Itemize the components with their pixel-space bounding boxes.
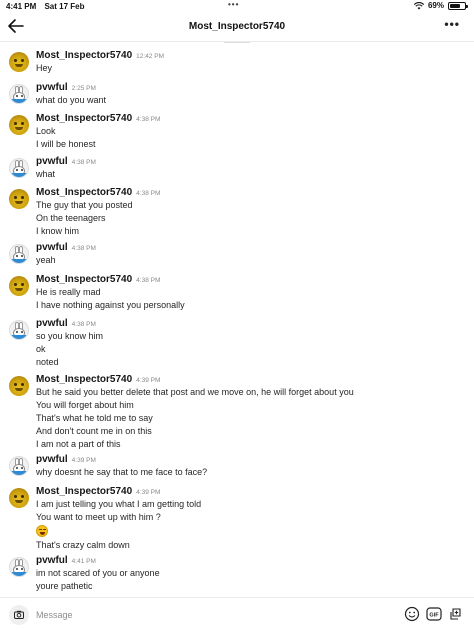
status-left: 4:41 PM Sat 17 Feb (6, 2, 90, 11)
sender-name[interactable]: Most_Inspector5740 (36, 486, 132, 497)
message-group[interactable]: pvwful 4:38 PM so you know him ok noted (9, 318, 103, 369)
message-text[interactable]: ok (36, 343, 103, 356)
message-time: 4:41 PM (71, 558, 96, 565)
bunny-avatar[interactable] (9, 158, 29, 178)
message-time: 2:25 PM (71, 85, 96, 92)
sender-name[interactable]: pvwful (36, 555, 68, 566)
yellow-avatar[interactable] (9, 488, 29, 508)
multitasking-dots-icon: ••• (228, 0, 240, 9)
message-text[interactable]: what (36, 168, 96, 181)
message-group[interactable]: Most_Inspector5740 4:39 PM I am just telli… (9, 486, 201, 552)
message-group[interactable]: Most_Inspector5740 12:42 PM Hey (9, 50, 164, 75)
message-time: 4:39 PM (136, 377, 161, 384)
message-group[interactable]: pvwful 4:38 PM what (9, 156, 96, 181)
message-text[interactable]: youre pathetic (36, 580, 160, 593)
status-right: 69% (413, 1, 468, 10)
message-text[interactable]: The guy that you posted (36, 199, 160, 212)
bunny-avatar[interactable] (9, 320, 29, 340)
status-bar: 4:41 PM Sat 17 Feb ••• 69% (0, 0, 474, 12)
message-text[interactable]: That's what he told me to say (36, 412, 354, 425)
message-text[interactable]: That's crazy calm down (36, 539, 201, 552)
message-text[interactable]: I know him (36, 225, 160, 238)
smiley-icon[interactable] (404, 606, 420, 622)
sender-name[interactable]: pvwful (36, 156, 68, 167)
message-time: 4:38 PM (136, 277, 161, 284)
message-list[interactable]: Most_Inspector5740 12:42 PM Hey pvwful 2:25 … (0, 48, 474, 596)
sender-name[interactable]: pvwful (36, 318, 68, 329)
message-time: 12:42 PM (136, 53, 164, 60)
message-composer: GIF (0, 597, 474, 631)
conversation-title[interactable]: Most_Inspector5740 (0, 21, 474, 32)
message-text[interactable]: I will be honest (36, 138, 160, 151)
message-text[interactable]: noted (36, 356, 103, 369)
sender-name[interactable]: pvwful (36, 454, 68, 465)
sender-name[interactable]: pvwful (36, 242, 68, 253)
message-time: 4:38 PM (71, 245, 96, 252)
message-input[interactable] (36, 607, 386, 623)
message-group[interactable]: Most_Inspector5740 4:38 PM He is really ma… (9, 274, 185, 312)
message-text[interactable]: He is really mad (36, 286, 185, 299)
sender-name[interactable]: Most_Inspector5740 (36, 113, 132, 124)
svg-text:GIF: GIF (429, 613, 439, 619)
message-time: 4:38 PM (71, 159, 96, 166)
bunny-avatar[interactable] (9, 244, 29, 264)
yellow-avatar[interactable] (9, 189, 29, 209)
message-group[interactable]: pvwful 4:38 PM yeah (9, 242, 96, 267)
bunny-avatar[interactable] (9, 456, 29, 476)
message-time: 4:38 PM (71, 321, 96, 328)
message-text[interactable]: You want to meet up with him ? (36, 511, 201, 524)
chat-header: Most_Inspector5740 ••• (0, 12, 474, 42)
message-text[interactable]: I am not a part of this (36, 438, 354, 451)
message-text[interactable]: And don't count me in on this (36, 425, 354, 438)
add-icon[interactable] (448, 606, 464, 622)
battery-icon (448, 1, 468, 10)
bunny-avatar[interactable] (9, 557, 29, 577)
message-group[interactable]: Most_Inspector5740 4:38 PM The guy that yo… (9, 187, 160, 238)
camera-icon[interactable] (9, 605, 29, 625)
message-text[interactable]: im not scared of you or anyone (36, 567, 160, 580)
sender-name[interactable]: Most_Inspector5740 (36, 187, 132, 198)
message-group[interactable]: Most_Inspector5740 4:39 PM But he said you… (9, 374, 354, 451)
status-date: Sat 17 Feb (44, 2, 85, 11)
message-text[interactable]: I have nothing against you personally (36, 299, 185, 312)
message-time: 4:39 PM (71, 457, 96, 464)
yellow-avatar[interactable] (9, 52, 29, 72)
message-text[interactable]: I am just telling you what I am getting … (36, 498, 201, 511)
sender-name[interactable]: pvwful (36, 82, 68, 93)
message-group[interactable]: pvwful 4:41 PM im not scared of you or any… (9, 555, 160, 593)
message-text[interactable]: why doesnt he say that to me face to fac… (36, 466, 207, 479)
battery-percent: 69% (427, 1, 444, 10)
message-group[interactable]: Most_Inspector5740 4:38 PM Look I will be h… (9, 113, 160, 151)
message-text[interactable]: Hey (36, 62, 164, 75)
sender-name[interactable]: Most_Inspector5740 (36, 374, 132, 385)
laughing-emoji-icon (36, 525, 48, 537)
more-horizontal-icon[interactable]: ••• (444, 17, 460, 31)
wifi-icon (413, 1, 424, 9)
message-text[interactable]: Look (36, 125, 160, 138)
yellow-avatar[interactable] (9, 115, 29, 135)
message-text[interactable]: You will forget about him (36, 399, 354, 412)
message-text[interactable]: On the teenagers (36, 212, 160, 225)
yellow-avatar[interactable] (9, 276, 29, 296)
message-text[interactable]: yeah (36, 254, 96, 267)
status-time: 4:41 PM (6, 2, 37, 11)
message-text[interactable]: what do you want (36, 94, 106, 107)
message-time: 4:38 PM (136, 190, 161, 197)
message-time: 4:39 PM (136, 489, 161, 496)
battery-level (450, 3, 460, 8)
message-time: 4:38 PM (136, 116, 161, 123)
sender-name[interactable]: Most_Inspector5740 (36, 274, 132, 285)
message-group[interactable]: pvwful 4:39 PM why doesnt he say that to m… (9, 454, 207, 479)
sender-name[interactable]: Most_Inspector5740 (36, 50, 132, 61)
message-text[interactable]: But he said you better delete that post … (36, 386, 354, 399)
message-group[interactable]: pvwful 2:25 PM what do you want (9, 82, 106, 107)
bunny-avatar[interactable] (9, 84, 29, 104)
cropped-text-remnant (224, 42, 250, 45)
message-text[interactable]: so you know him (36, 330, 103, 343)
gif-icon[interactable]: GIF (426, 606, 442, 622)
yellow-avatar[interactable] (9, 376, 29, 396)
